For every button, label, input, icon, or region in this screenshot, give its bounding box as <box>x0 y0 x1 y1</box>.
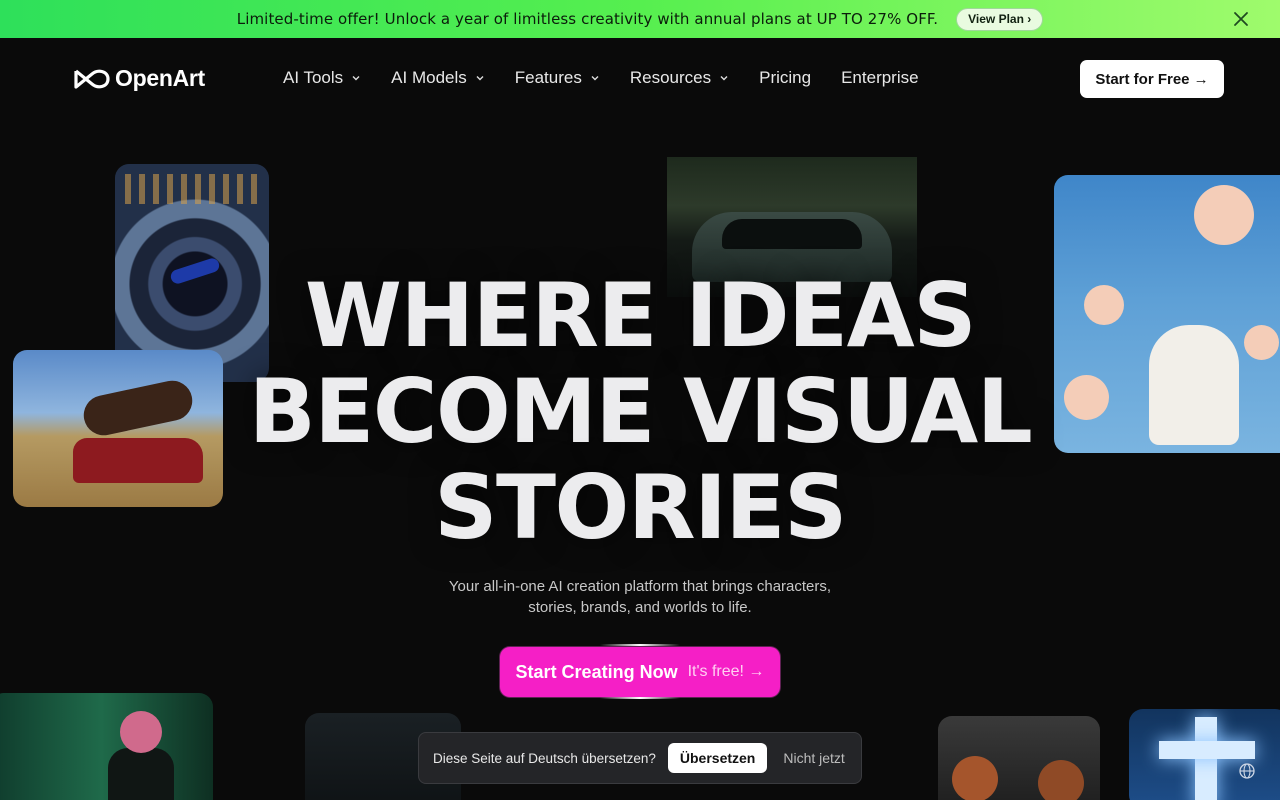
chevron-down-icon <box>476 76 484 81</box>
start-creating-button[interactable]: Start Creating Now It's free! → <box>500 647 780 697</box>
locker-room-image <box>0 693 213 800</box>
globe-icon[interactable] <box>1237 761 1257 781</box>
main-menu: AI Tools AI Models Features Resources Pr… <box>283 68 919 88</box>
start-for-free-button[interactable]: Start for Free → <box>1080 60 1224 98</box>
cta-label: Start Creating Now <box>515 661 678 682</box>
menu-item-label: Pricing <box>759 68 812 87</box>
page: Limited-time offer! Unlock a year of lim… <box>0 0 1280 800</box>
hero-title: WHERE IDEAS BECOME VISUAL STORIES <box>0 268 1280 556</box>
menu-item-ai-models[interactable]: AI Models <box>391 68 485 88</box>
menu-item-resources[interactable]: Resources <box>630 68 729 88</box>
chevron-down-icon <box>720 76 728 81</box>
menu-item-features[interactable]: Features <box>515 68 600 88</box>
openart-logo-icon <box>74 69 110 89</box>
promo-banner: Limited-time offer! Unlock a year of lim… <box>0 0 1280 38</box>
cta-sublabel: It's free! → <box>687 663 765 680</box>
menu-item-label: Enterprise <box>841 68 919 87</box>
hero-title-line: STORIES <box>434 456 847 559</box>
view-plan-button[interactable]: View Plan › <box>956 7 1044 31</box>
top-nav: OpenArt AI Tools AI Models Features Reso… <box>0 38 1280 120</box>
hero-title-line: BECOME VISUAL <box>248 360 1033 463</box>
menu-item-enterprise[interactable]: Enterprise <box>841 68 918 88</box>
hero-title-line: WHERE IDEAS <box>304 264 977 367</box>
menu-item-label: Features <box>514 68 582 87</box>
close-icon[interactable] <box>1232 10 1250 28</box>
logo-text: OpenArt <box>115 65 205 91</box>
translate-button[interactable]: Übersetzen <box>667 743 768 773</box>
basketball-image <box>938 716 1100 800</box>
menu-item-label: Resources <box>629 68 712 87</box>
menu-item-label: AI Tools <box>283 68 344 87</box>
hero-subtitle: Your all-in-one AI creation platform tha… <box>448 578 832 616</box>
dismiss-translate-button[interactable]: Nicht jetzt <box>783 750 844 766</box>
menu-item-pricing[interactable]: Pricing <box>759 68 811 88</box>
cta-glow-top <box>600 644 680 646</box>
promo-text: Limited-time offer! Unlock a year of lim… <box>236 10 939 28</box>
translate-question: Diese Seite auf Deutsch übersetzen? <box>433 750 656 766</box>
cross-light-image <box>1129 709 1280 800</box>
chevron-down-icon <box>352 76 360 81</box>
cta-glow-bottom <box>600 697 680 699</box>
menu-item-label: AI Models <box>391 68 467 87</box>
logo[interactable]: OpenArt <box>72 65 205 92</box>
translate-prompt: Diese Seite auf Deutsch übersetzen? Über… <box>418 732 862 784</box>
menu-item-ai-tools[interactable]: AI Tools <box>283 68 361 88</box>
chevron-down-icon <box>591 76 599 81</box>
